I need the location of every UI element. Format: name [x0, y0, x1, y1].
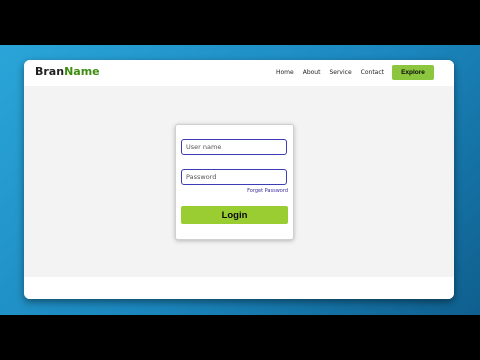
password-input[interactable] [181, 169, 287, 185]
login-card: Forget Password Login [175, 124, 294, 240]
top-navbar: BranName Home About Service Contact Expl… [24, 60, 454, 86]
main-content: Forget Password Login [24, 86, 454, 277]
nav-link-service[interactable]: Service [329, 69, 351, 76]
nav-links: Home About Service Contact [276, 69, 384, 76]
brand-prefix: Bran [35, 65, 65, 78]
nav-link-home[interactable]: Home [276, 69, 294, 76]
login-button[interactable]: Login [181, 206, 288, 224]
username-input[interactable] [181, 139, 287, 155]
brand-suffix: Name [64, 65, 100, 78]
forget-password-link[interactable]: Forget Password [247, 188, 288, 194]
explore-button[interactable]: Explore [392, 65, 434, 80]
nav-link-contact[interactable]: Contact [361, 69, 384, 76]
browser-window: BranName Home About Service Contact Expl… [24, 60, 454, 299]
nav-link-about[interactable]: About [303, 69, 321, 76]
brand-logo[interactable]: BranName [35, 65, 100, 78]
page-footer [24, 277, 454, 299]
